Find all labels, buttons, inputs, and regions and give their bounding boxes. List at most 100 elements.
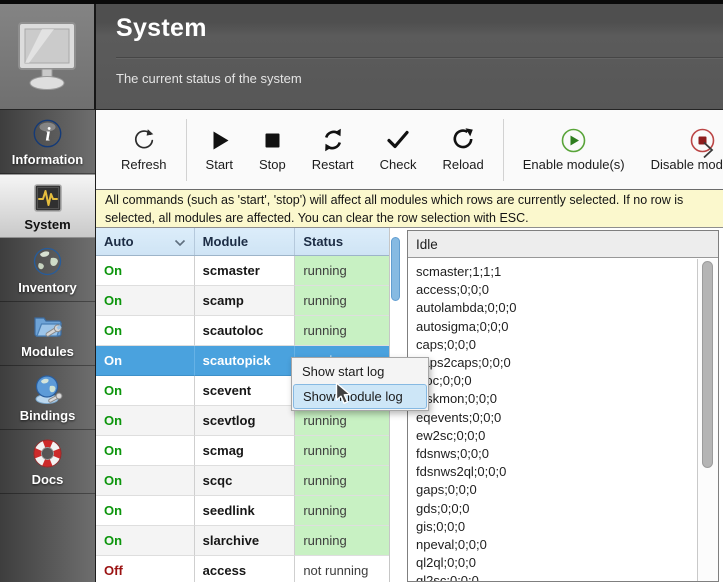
stop-button[interactable]: Stop: [246, 115, 299, 185]
status-cell: running: [295, 466, 389, 496]
column-header-module[interactable]: Module: [195, 228, 296, 255]
application-window: System The current status of the system …: [0, 0, 723, 582]
sidebar-item-inventory[interactable]: Inventory: [0, 238, 95, 302]
status-list: scmaster;1;1;1access;0;0;0autolambda;0;0…: [408, 259, 697, 581]
sidebar-item-information[interactable]: i Information: [0, 110, 95, 174]
start-button[interactable]: Start: [193, 115, 246, 185]
module-cell: scevent: [195, 376, 296, 406]
status-line: npeval;0;0;0: [416, 536, 697, 554]
toolbar-separator: [503, 119, 504, 181]
status-cell: not running: [295, 556, 389, 582]
status-line: autolambda;0;0;0: [416, 299, 697, 317]
enable-icon: [560, 127, 587, 154]
sidebar-item-bindings[interactable]: Bindings: [0, 366, 95, 430]
system-icon: [33, 183, 63, 213]
module-cell: scevtlog: [195, 406, 296, 436]
table-row-scautoloc[interactable]: Onscautolocrunning: [96, 316, 389, 346]
status-cell: running: [295, 496, 389, 526]
sidebar-item-docs[interactable]: Docs: [0, 430, 95, 494]
status-panel-title: Idle: [408, 231, 718, 258]
sidebar-item-label: System: [24, 217, 70, 232]
panel-scrollbar-thumb[interactable]: [702, 261, 713, 468]
column-header-auto[interactable]: Auto: [96, 228, 195, 255]
auto-cell: Off: [96, 556, 195, 582]
sidebar-item-system[interactable]: System: [0, 174, 95, 238]
enable-module-s-button[interactable]: Enable module(s): [510, 115, 638, 185]
table-row-scmaster[interactable]: Onscmasterrunning: [96, 256, 389, 286]
toolbar-expand-button[interactable]: [697, 134, 719, 166]
auto-cell: On: [96, 316, 195, 346]
status-line: gaps;0;0;0: [416, 481, 697, 499]
status-line: fdsnws2ql;0;0;0: [416, 463, 697, 481]
toolbar-button-icon: [560, 127, 587, 153]
folder-wrench-icon: [32, 310, 64, 340]
auto-filter-slot[interactable]: [174, 239, 186, 247]
menu-item-show-module-log[interactable]: Show module log: [293, 384, 427, 409]
page-header: System The current status of the system: [96, 4, 723, 110]
status-line: gis;0;0;0: [416, 518, 697, 536]
status-line: ew2sc;0;0;0: [416, 427, 697, 445]
auto-cell: On: [96, 286, 195, 316]
sidebar-item-icon: [32, 244, 63, 278]
toolbar-button-label: Enable module(s): [523, 157, 625, 172]
play-icon: [207, 128, 232, 153]
auto-cell: On: [96, 256, 195, 286]
toolbar-button-icon: [260, 127, 285, 153]
auto-cell: On: [96, 466, 195, 496]
sidebar-item-modules[interactable]: Modules: [0, 302, 95, 366]
status-cell: running: [295, 316, 389, 346]
sidebar-item-label: Information: [12, 152, 84, 167]
table-row-access[interactable]: Offaccessnot running: [96, 556, 389, 582]
toolbar-button-icon: [320, 127, 346, 153]
module-cell: scautopick: [195, 346, 296, 376]
status-panel: Idle scmaster;1;1;1access;0;0;0autolambd…: [407, 230, 719, 582]
status-line: scmaster;1;1;1: [416, 263, 697, 281]
table-row-scqc[interactable]: Onscqcrunning: [96, 466, 389, 496]
sidebar-item-icon: [33, 181, 63, 215]
app-logo: [0, 4, 96, 110]
status-cell: running: [295, 436, 389, 466]
table-row-seedlink[interactable]: Onseedlinkrunning: [96, 496, 389, 526]
auto-cell: On: [96, 346, 195, 376]
table-row-scmag[interactable]: Onscmagrunning: [96, 436, 389, 466]
check-button[interactable]: Check: [367, 115, 430, 185]
status-line: access;0;0;0: [416, 281, 697, 299]
reload-button[interactable]: Reload: [430, 115, 497, 185]
status-line: caps;0;0;0: [416, 336, 697, 354]
auto-cell: On: [96, 436, 195, 466]
restart-button[interactable]: Restart: [299, 115, 367, 185]
refresh-button[interactable]: Refresh: [108, 115, 180, 185]
table-row-scamp[interactable]: Onscamprunning: [96, 286, 389, 316]
toolbar-button-icon: [385, 127, 411, 153]
toolbar-button-label: Stop: [259, 157, 286, 172]
sidebar-item-icon: [32, 372, 64, 406]
status-line: cloc;0;0;0: [416, 372, 697, 390]
menu-item-show-start-log[interactable]: Show start log: [293, 359, 427, 384]
toolbar-buttons: Refresh Start Stop Restart Check Reload …: [108, 115, 723, 185]
sidebar-item-label: Bindings: [20, 408, 76, 423]
table-row-slarchive[interactable]: Onslarchiverunning: [96, 526, 389, 556]
auto-cell: On: [96, 496, 195, 526]
sidebar: i Information System Inventory Modules B…: [0, 110, 96, 582]
toolbar-button-label: Reload: [443, 157, 484, 172]
module-cell: seedlink: [195, 496, 296, 526]
toolbar-button-label: Restart: [312, 157, 354, 172]
module-cell: scautoloc: [195, 316, 296, 346]
panel-scrollbar[interactable]: [697, 259, 718, 581]
status-cell: running: [295, 526, 389, 556]
refresh-icon: [131, 127, 157, 153]
globe-wrench-icon: [32, 374, 64, 405]
monitor-icon: [16, 20, 78, 94]
chevron-down-icon: [174, 239, 186, 247]
sidebar-item-icon: i: [32, 116, 63, 150]
svg-text:i: i: [45, 124, 51, 145]
toolbar-button-label: Start: [206, 157, 233, 172]
table-header: Auto Module Status: [96, 228, 389, 256]
table-body: OnscmasterrunningOnscamprunningOnscautol…: [96, 256, 389, 582]
globe-icon: [32, 246, 63, 277]
status-line: diskmon;0;0;0: [416, 390, 697, 408]
table-scrollbar-thumb[interactable]: [391, 237, 400, 301]
column-header-status[interactable]: Status: [295, 228, 389, 255]
info-icon: i: [32, 118, 63, 149]
main-content: Auto Module Status OnscmasterrunningOnsc…: [96, 228, 723, 582]
